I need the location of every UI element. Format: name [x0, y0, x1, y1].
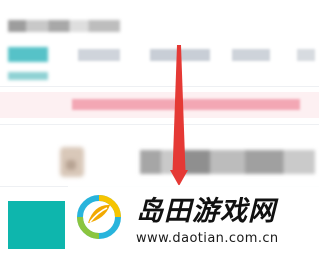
blurred-toolbar-item[interactable]	[297, 49, 315, 61]
blurred-thumbnail-detail	[66, 160, 76, 170]
blurred-toolbar-item[interactable]	[232, 49, 270, 61]
watermark-site-name: 岛田游戏网	[136, 196, 276, 227]
selected-tab[interactable]	[8, 47, 48, 62]
divider	[0, 86, 319, 87]
blurred-highlighted-text	[72, 99, 300, 110]
tab-indicator	[8, 72, 48, 80]
action-button[interactable]	[8, 201, 65, 249]
blurred-window-title	[8, 20, 120, 32]
divider	[0, 124, 319, 125]
watermark-url: www.daotian.com.cn	[136, 231, 279, 246]
blurred-toolbar-item[interactable]	[150, 49, 210, 61]
daotian-logo-icon	[74, 192, 124, 242]
blurred-list-item[interactable]	[140, 150, 315, 174]
blurred-toolbar-item[interactable]	[78, 49, 120, 61]
